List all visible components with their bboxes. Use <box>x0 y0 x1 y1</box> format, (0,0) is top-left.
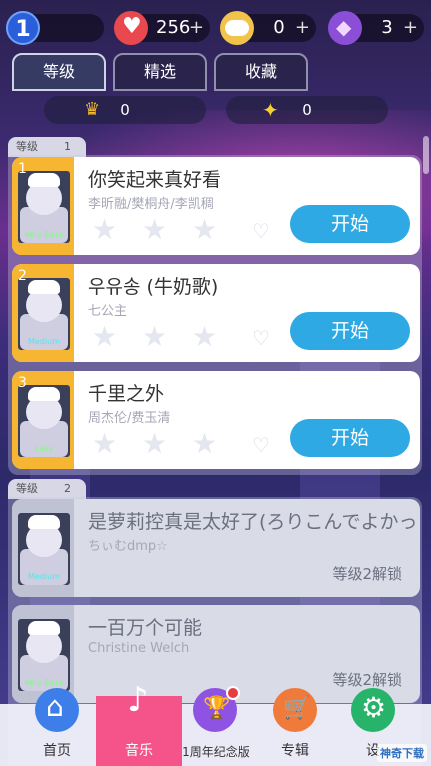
gem-icon <box>328 11 362 45</box>
group-label: 等级 <box>16 482 38 495</box>
favorite-heart-icon[interactable]: ♡ <box>252 219 270 243</box>
clouds-value: 0 <box>273 17 285 38</box>
difficulty-label: Very Easy <box>24 678 64 687</box>
song-title: 千里之外 <box>88 383 165 405</box>
start-button[interactable]: 开始 <box>290 205 410 243</box>
star-value: 0 <box>302 101 312 119</box>
star-stat: ✦ 0 <box>226 96 388 124</box>
start-button[interactable]: 开始 <box>290 312 410 350</box>
tab-favorites[interactable]: 收藏 <box>214 53 308 91</box>
scrollbar[interactable] <box>423 136 429 174</box>
difficulty-label: Very Easy <box>24 230 64 239</box>
star-rating: ★ ★ ★ <box>92 213 226 246</box>
nav-music[interactable]: 音乐 <box>96 680 182 766</box>
group-number: 1 <box>64 140 71 153</box>
nav-home[interactable]: 首页 <box>14 688 100 766</box>
nav-label: 专辑 <box>281 743 309 759</box>
song-rank: 1 <box>18 161 27 177</box>
unlock-requirement: 等级2解锁 <box>332 565 402 583</box>
song-cover: Easy <box>18 385 70 457</box>
add-clouds-button[interactable]: + <box>295 14 310 42</box>
home-icon <box>35 688 79 732</box>
add-hearts-button[interactable]: + <box>189 14 204 42</box>
top-resource-bar: 1 256 + 0 + 3 + <box>0 8 431 48</box>
favorite-heart-icon[interactable]: ♡ <box>252 326 270 350</box>
song-cover: Very Easy <box>18 171 70 243</box>
heart-icon <box>114 11 148 45</box>
tab-level[interactable]: 等级 <box>12 53 106 91</box>
favorite-heart-icon[interactable]: ♡ <box>252 433 270 457</box>
song-title: 一百万个可能 <box>88 617 203 639</box>
song-card[interactable]: Very Easy 1 你笑起来真好看 李昕融/樊桐舟/李凯稠 ★ ★ ★ ♡ … <box>12 157 420 255</box>
tab-featured[interactable]: 精选 <box>113 53 207 91</box>
song-card[interactable]: Easy 3 千里之外 周杰伦/费玉清 ★ ★ ★ ♡ 开始 <box>12 371 420 469</box>
gems-value: 3 <box>381 17 393 38</box>
start-button[interactable]: 开始 <box>290 419 410 457</box>
song-artist: ちぃむdmp☆ <box>88 539 168 554</box>
group-label: 等级 <box>16 140 38 153</box>
hearts-value: 256 <box>156 17 191 38</box>
song-rank: 2 <box>18 268 27 284</box>
add-gems-button[interactable]: + <box>403 14 418 42</box>
song-card[interactable]: Medium 2 우유송 (牛奶歌) 七公主 ★ ★ ★ ♡ 开始 <box>12 264 420 362</box>
song-cover: Very Easy <box>18 619 70 691</box>
difficulty-label: Easy <box>34 444 54 453</box>
music-note-icon <box>117 680 161 724</box>
crown-value: 0 <box>120 101 130 119</box>
song-title: 你笑起来真好看 <box>88 169 222 191</box>
song-cover: Medium <box>18 513 70 585</box>
song-title: 우유송 (牛奶歌) <box>88 276 219 298</box>
group-header: 等级 2 <box>8 479 86 499</box>
locked-song-card[interactable]: Medium 是萝莉控真是太好了(ろりこんでよかった) ちぃむdmp☆ 等级2解… <box>12 499 420 597</box>
gear-icon <box>351 688 395 732</box>
nav-anniversary[interactable]: 1周年纪念版 <box>172 686 260 766</box>
difficulty-label: Medium <box>28 572 60 581</box>
difficulty-label: Medium <box>28 337 60 346</box>
star-rating: ★ ★ ★ <box>92 320 226 353</box>
cart-icon <box>273 688 317 732</box>
song-artist: Christine Welch <box>88 641 190 656</box>
nav-label: 首页 <box>43 743 71 759</box>
notification-dot <box>226 686 240 700</box>
cloud-icon <box>220 11 254 45</box>
star-rating: ★ ★ ★ <box>92 427 226 460</box>
nav-label: 音乐 <box>125 743 153 759</box>
group-number: 2 <box>64 482 71 495</box>
group-header: 等级 1 <box>8 137 86 157</box>
watermark-logo: 神奇下载 <box>377 744 427 762</box>
nav-album[interactable]: 专辑 <box>252 688 338 766</box>
song-rank: 3 <box>18 375 27 391</box>
bottom-nav: 首页 音乐 1周年纪念版 专辑 设 <box>0 680 431 766</box>
song-list[interactable]: 等级 1 Very Easy 1 你笑起来真好看 李昕融/樊桐舟/李凯稠 ★ ★… <box>0 133 431 766</box>
nav-label: 1周年纪念版 <box>182 745 250 759</box>
crown-stat: ♛ 0 <box>44 96 206 124</box>
song-cover: Medium <box>18 278 70 350</box>
unlock-requirement: 等级2解锁 <box>332 671 402 689</box>
song-title: 是萝莉控真是太好了(ろりこんでよかった) <box>88 511 418 533</box>
level-badge: 1 <box>6 11 40 45</box>
